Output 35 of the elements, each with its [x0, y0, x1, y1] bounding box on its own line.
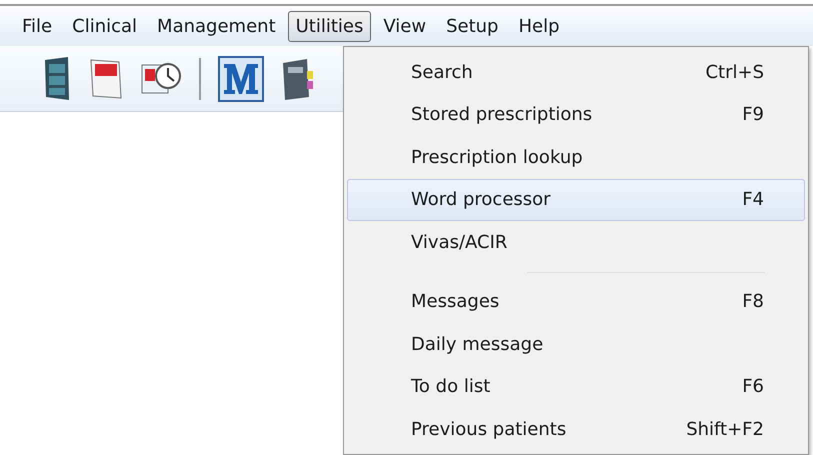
option-label: To do list [411, 375, 490, 400]
shortcut-label: F4 [742, 188, 764, 212]
menu-option[interactable]: Word processor F4 [347, 178, 805, 221]
cabinet-icon[interactable] [42, 56, 72, 102]
letter-m-icon[interactable] [218, 56, 264, 102]
shortcut-label: F8 [742, 290, 764, 314]
menu-option[interactable]: Previous patients Shift+F2 [347, 408, 805, 450]
menu-option[interactable]: Messages F8 [347, 280, 805, 323]
option-label: Prescription lookup [411, 146, 583, 170]
menu-option[interactable]: Prescription lookup [347, 136, 805, 178]
option-label: Stored prescriptions [411, 103, 592, 128]
menu-option[interactable]: Daily message [347, 323, 805, 366]
book-icon[interactable] [281, 56, 315, 100]
option-label: Daily message [411, 332, 544, 357]
menu-option[interactable]: To do list F6 [347, 366, 805, 408]
menu-option[interactable]: Search Ctrl+S [347, 51, 805, 94]
option-label: Search [411, 60, 473, 85]
menu-item[interactable]: Utilities [288, 10, 372, 42]
option-label: Word processor [411, 188, 551, 212]
option-label: Messages [411, 290, 500, 314]
menu-option[interactable]: Vivas/ACIR [347, 221, 805, 264]
menu-item[interactable]: View [375, 10, 434, 42]
menu-item[interactable]: Setup [438, 10, 506, 42]
menu-item[interactable]: Help [510, 10, 568, 42]
shortcut-label: Ctrl+S [705, 60, 764, 85]
menu-item[interactable]: File [14, 10, 60, 42]
shortcut-label: F6 [742, 375, 764, 400]
option-label: Previous patients [411, 418, 566, 442]
calendar-icon[interactable] [89, 58, 123, 100]
shortcut-label: F9 [742, 103, 764, 128]
option-label: Vivas/ACIR [411, 230, 508, 255]
shortcut-label: Shift+F2 [686, 418, 764, 442]
menu-option[interactable]: Stored prescriptions F9 [347, 94, 805, 136]
menu-item[interactable]: Management [149, 10, 284, 42]
menu-item[interactable]: Clinical [64, 10, 146, 42]
